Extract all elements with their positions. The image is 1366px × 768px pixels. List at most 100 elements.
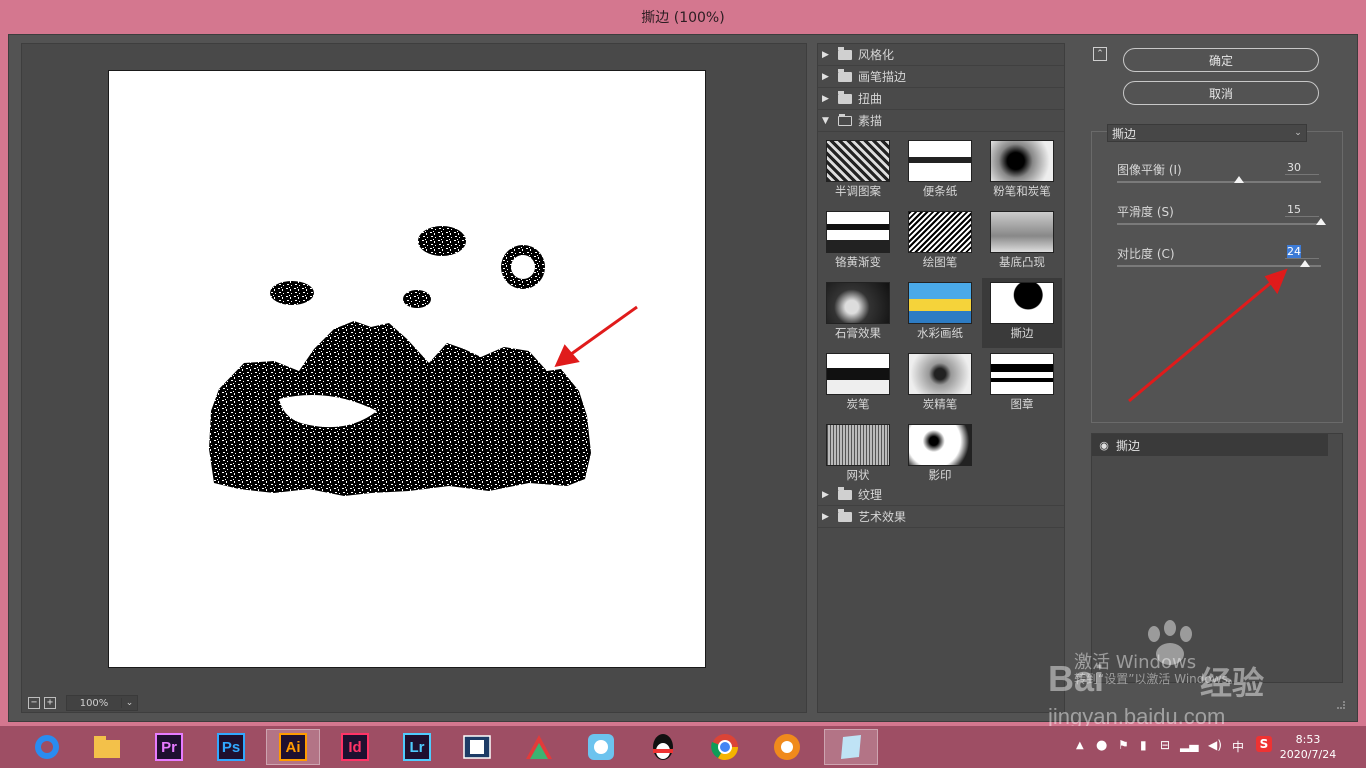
filter-thumb-label: 便条纸 bbox=[922, 184, 958, 198]
effect-layer-row[interactable]: ◉ 撕边 bbox=[1092, 434, 1328, 456]
folder-icon bbox=[838, 508, 852, 522]
orange-swirl-icon bbox=[774, 734, 800, 760]
filter-thumb-9[interactable]: 炭笔 bbox=[818, 349, 898, 419]
filter-category-5[interactable]: ▶ 艺术效果 bbox=[818, 506, 1064, 528]
flag-icon[interactable]: ⚑ bbox=[1118, 738, 1129, 752]
filter-thumb-label: 水彩画纸 bbox=[917, 326, 963, 340]
filter-thumb-label: 影印 bbox=[928, 468, 952, 482]
filter-thumb-11[interactable]: 图章 bbox=[982, 349, 1062, 419]
filter-thumb-label: 半调图案 bbox=[835, 184, 881, 198]
param-value-input-0[interactable]: 30 bbox=[1285, 161, 1319, 175]
filter-thumb-8[interactable]: 撕边 bbox=[982, 278, 1062, 348]
taskbar-clock[interactable]: 8:53 2020/7/24 bbox=[1278, 732, 1338, 762]
taskbar-video-editor[interactable] bbox=[450, 729, 504, 765]
zoom-in-button[interactable]: + bbox=[44, 697, 56, 709]
preview-canvas[interactable] bbox=[108, 70, 706, 668]
eye-icon[interactable]: ◉ bbox=[1092, 439, 1116, 452]
sogou-ime-icon[interactable]: S bbox=[1256, 736, 1272, 752]
filter-category-2[interactable]: ▶ 扭曲 bbox=[818, 88, 1064, 110]
network-icon[interactable]: ⊟ bbox=[1160, 738, 1170, 752]
filter-thumb-13[interactable]: 影印 bbox=[900, 420, 980, 490]
filter-thumbnail-image bbox=[990, 140, 1054, 182]
folder-icon bbox=[838, 46, 852, 60]
taskbar-app-ps[interactable]: Ps bbox=[204, 729, 258, 765]
folder-icon bbox=[838, 113, 852, 126]
filter-thumb-label: 粉笔和炭笔 bbox=[993, 184, 1051, 198]
param-value-text: 15 bbox=[1287, 203, 1301, 216]
browser-e-icon bbox=[35, 735, 59, 759]
taskbar-app-id[interactable]: Id bbox=[328, 729, 382, 765]
start-button[interactable] bbox=[20, 729, 74, 765]
taskbar-app-orange[interactable] bbox=[760, 729, 814, 765]
taskbar-file-explorer[interactable] bbox=[80, 729, 134, 765]
zoom-level-select[interactable]: 100% ⌄ bbox=[66, 695, 138, 711]
filter-thumbnail-image bbox=[908, 353, 972, 395]
filter-category-1[interactable]: ▶ 画笔描边 bbox=[818, 66, 1064, 88]
taskbar-qq[interactable] bbox=[636, 729, 690, 765]
tray-expand-icon[interactable]: ▲ bbox=[1076, 740, 1084, 751]
filter-thumbnail-image bbox=[826, 353, 890, 395]
filter-thumbnail-image bbox=[826, 211, 890, 253]
taskbar-app-bird[interactable] bbox=[574, 729, 628, 765]
param-value-text: 24 bbox=[1287, 245, 1301, 258]
taskbar-app-ai[interactable]: Ai bbox=[266, 729, 320, 765]
filter-thumb-5[interactable]: 基底凸现 bbox=[982, 207, 1062, 277]
pr-app-icon: Pr bbox=[155, 733, 183, 761]
chrome-icon bbox=[711, 734, 739, 761]
ok-button[interactable]: 确定 bbox=[1123, 48, 1319, 72]
taskbar-app-pr[interactable]: Pr bbox=[142, 729, 196, 765]
filter-select[interactable]: 撕边 ⌄ bbox=[1107, 124, 1307, 142]
filter-thumb-6[interactable]: 石膏效果 bbox=[818, 278, 898, 348]
filter-thumb-label: 石膏效果 bbox=[835, 326, 881, 340]
filter-thumb-label: 网状 bbox=[846, 468, 870, 482]
taskbar-app-color-triangle[interactable] bbox=[512, 729, 566, 765]
battery-icon[interactable]: ▮ bbox=[1140, 738, 1147, 752]
collapsed-triangle-icon: ▶ bbox=[822, 93, 829, 104]
filter-thumb-label: 铬黄渐变 bbox=[835, 255, 881, 269]
clock-date: 2020/7/24 bbox=[1279, 748, 1337, 761]
wifi-icon[interactable]: ▂▄ bbox=[1180, 738, 1198, 752]
filter-thumb-10[interactable]: 炭精笔 bbox=[900, 349, 980, 419]
preview-pane[interactable]: − + 100% ⌄ bbox=[21, 43, 807, 713]
param-slider-track-0[interactable] bbox=[1117, 181, 1321, 183]
filter-thumb-0[interactable]: 半调图案 bbox=[818, 136, 898, 206]
taskbar-app-lr[interactable]: Lr bbox=[390, 729, 444, 765]
param-label-1: 平滑度 (S) bbox=[1117, 205, 1174, 219]
filter-thumb-12[interactable]: 网状 bbox=[818, 420, 898, 490]
collapse-gallery-icon[interactable]: ⌃ bbox=[1093, 47, 1107, 61]
filter-thumb-3[interactable]: 铬黄渐变 bbox=[818, 207, 898, 277]
zoom-bar: − + 100% ⌄ bbox=[28, 694, 138, 712]
folder-icon bbox=[838, 486, 852, 500]
param-value-input-2[interactable]: 24 bbox=[1285, 245, 1319, 259]
filter-category-3[interactable]: ▼ 素描 bbox=[818, 110, 1064, 132]
volume-icon[interactable]: ◀) bbox=[1208, 738, 1222, 752]
filter-thumb-4[interactable]: 绘图笔 bbox=[900, 207, 980, 277]
filter-gallery-dialog: − + 100% ⌄ ▶ 风格化 ▶ 画笔描边 ▶ 扭曲 ▼ 素描 半调图案 便条纸 粉笔和炭笔铬… bbox=[8, 34, 1358, 722]
qq-tray-icon[interactable]: ● bbox=[1096, 738, 1107, 753]
qq-penguin-icon bbox=[653, 734, 673, 760]
filter-thumb-7[interactable]: 水彩画纸 bbox=[900, 278, 980, 348]
param-value-input-1[interactable]: 15 bbox=[1285, 203, 1319, 217]
filter-thumb-1[interactable]: 便条纸 bbox=[900, 136, 980, 206]
settings-panel: ⌃ 确定 取消 撕边 ⌄ 图像平衡 (I) 30 平滑度 (S) 15 对比度 (C) 2… bbox=[1075, 43, 1349, 713]
param-label-0: 图像平衡 (I) bbox=[1117, 163, 1182, 177]
chevron-down-icon: ⌄ bbox=[1294, 128, 1302, 138]
param-slider-knob-1[interactable] bbox=[1316, 218, 1326, 225]
filter-thumb-2[interactable]: 粉笔和炭笔 bbox=[982, 136, 1062, 206]
taskbar-chrome[interactable] bbox=[698, 729, 752, 765]
filter-select-value: 撕边 bbox=[1112, 126, 1137, 141]
ime-indicator[interactable]: 中 bbox=[1232, 738, 1244, 755]
param-slider-knob-2[interactable] bbox=[1299, 260, 1310, 267]
filter-category-label: 画笔描边 bbox=[858, 70, 907, 84]
cancel-button[interactable]: 取消 bbox=[1123, 81, 1319, 105]
zoom-out-button[interactable]: − bbox=[28, 697, 40, 709]
window-titlebar: 撕边 (100%) bbox=[0, 0, 1366, 34]
resize-grip[interactable] bbox=[1337, 701, 1345, 709]
film-icon bbox=[463, 735, 491, 759]
param-slider-knob-0[interactable] bbox=[1234, 176, 1245, 183]
filter-category-0[interactable]: ▶ 风格化 bbox=[818, 44, 1064, 66]
notepad-icon bbox=[841, 735, 861, 759]
taskbar-app-notepad[interactable] bbox=[824, 729, 878, 765]
param-slider-track-2[interactable] bbox=[1117, 265, 1321, 267]
param-slider-track-1[interactable] bbox=[1117, 223, 1321, 225]
